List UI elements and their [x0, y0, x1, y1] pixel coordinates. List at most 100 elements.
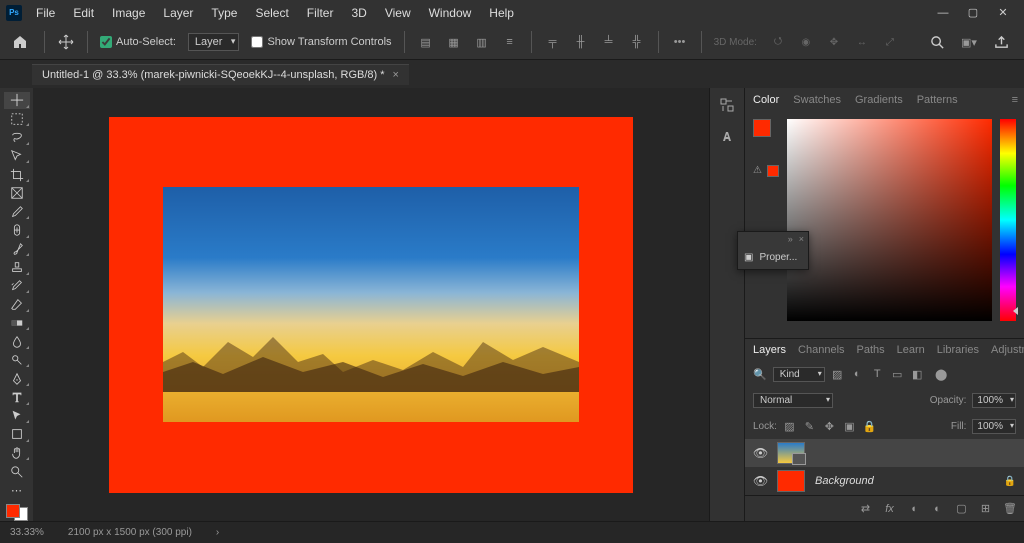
fill-dropdown[interactable]: 100%: [972, 419, 1016, 434]
layer-fx-icon[interactable]: fx: [883, 503, 896, 515]
align-more-icon[interactable]: ≡: [501, 33, 519, 51]
quick-select-tool[interactable]: [4, 148, 30, 165]
auto-select-input[interactable]: [100, 36, 112, 48]
menu-file[interactable]: File: [28, 2, 63, 24]
frame-tool[interactable]: [4, 185, 30, 202]
align-right-icon[interactable]: ▥: [473, 33, 491, 51]
home-button[interactable]: [8, 30, 32, 54]
color-swatches[interactable]: [6, 504, 28, 521]
delete-layer-icon[interactable]: 🗑: [1003, 502, 1016, 515]
document-tab[interactable]: Untitled-1 @ 33.3% (marek-piwnicki-SQeoe…: [32, 64, 409, 85]
tab-adjustments[interactable]: Adjustments: [991, 344, 1024, 356]
menu-layer[interactable]: Layer: [155, 2, 201, 24]
filter-toggle-icon[interactable]: ⬤: [935, 368, 948, 381]
workspace-switcher-icon[interactable]: ▣▾: [960, 33, 978, 51]
placed-image[interactable]: [163, 187, 579, 422]
tab-gradients[interactable]: Gradients: [855, 94, 903, 106]
filter-type-icon[interactable]: T: [871, 368, 884, 381]
adjustment-layer-icon[interactable]: ◐: [931, 503, 944, 515]
path-select-tool[interactable]: [4, 408, 30, 425]
blur-tool[interactable]: [4, 333, 30, 350]
tab-channels[interactable]: Channels: [798, 344, 844, 356]
lock-position-icon[interactable]: ✥: [823, 420, 836, 433]
blend-mode-dropdown[interactable]: Normal: [753, 393, 833, 408]
menu-edit[interactable]: Edit: [65, 2, 102, 24]
collapse-icon[interactable]: »: [788, 234, 793, 244]
tab-swatches[interactable]: Swatches: [793, 94, 841, 106]
crop-tool[interactable]: [4, 166, 30, 183]
align-top-icon[interactable]: ╤: [544, 33, 562, 51]
healing-tool[interactable]: [4, 222, 30, 239]
close-float-icon[interactable]: ×: [799, 234, 804, 244]
menu-help[interactable]: Help: [481, 2, 522, 24]
fg-color-swatch[interactable]: [6, 504, 20, 518]
show-transform-input[interactable]: [251, 36, 263, 48]
filter-pixel-icon[interactable]: ▨: [831, 368, 844, 381]
stamp-tool[interactable]: [4, 259, 30, 276]
auto-select-checkbox[interactable]: Auto-Select:: [100, 36, 176, 48]
new-layer-icon[interactable]: ⊞: [979, 502, 992, 515]
visibility-toggle[interactable]: 👁: [753, 474, 767, 488]
show-transform-checkbox[interactable]: Show Transform Controls: [251, 36, 391, 48]
move-tool-icon[interactable]: [57, 33, 75, 51]
zoom-tool[interactable]: [4, 463, 30, 480]
hue-slider[interactable]: [1000, 119, 1016, 321]
layer-row[interactable]: 👁: [745, 439, 1024, 467]
lock-artboard-icon[interactable]: ▣: [843, 420, 856, 433]
history-panel-icon[interactable]: [716, 94, 738, 116]
maximize-button[interactable]: ▢: [966, 6, 980, 20]
layer-filter-dropdown[interactable]: Kind: [773, 367, 825, 382]
lock-paint-icon[interactable]: ✎: [803, 420, 816, 433]
document-canvas[interactable]: [109, 117, 633, 493]
menu-window[interactable]: Window: [421, 2, 480, 24]
menu-3d[interactable]: 3D: [343, 2, 374, 24]
brush-tool[interactable]: [4, 241, 30, 258]
pen-tool[interactable]: [4, 370, 30, 387]
tab-libraries[interactable]: Libraries: [937, 344, 979, 356]
gamut-swatch[interactable]: [767, 165, 779, 177]
layer-group-icon[interactable]: ▢: [955, 502, 968, 515]
menu-image[interactable]: Image: [104, 2, 153, 24]
eraser-tool[interactable]: [4, 296, 30, 313]
history-brush-tool[interactable]: [4, 278, 30, 295]
move-tool[interactable]: [4, 92, 30, 109]
shape-tool[interactable]: [4, 426, 30, 443]
hand-tool[interactable]: [4, 445, 30, 462]
minimize-button[interactable]: —: [936, 6, 950, 20]
filter-adjust-icon[interactable]: ◐: [851, 368, 864, 381]
filter-shape-icon[interactable]: ▭: [891, 368, 904, 381]
align-center-v-icon[interactable]: ╫: [572, 33, 590, 51]
search-icon[interactable]: [928, 33, 946, 51]
tab-paths[interactable]: Paths: [857, 344, 885, 356]
layer-thumbnail[interactable]: [777, 442, 805, 464]
panel-menu-icon[interactable]: ≡: [1012, 94, 1018, 106]
close-tab-icon[interactable]: ×: [393, 69, 399, 81]
align-center-h-icon[interactable]: ▦: [445, 33, 463, 51]
lasso-tool[interactable]: [4, 129, 30, 146]
tab-layers[interactable]: Layers: [753, 344, 786, 356]
tab-color[interactable]: Color: [753, 94, 779, 106]
marquee-tool[interactable]: [4, 111, 30, 128]
align-bottom-icon[interactable]: ╧: [600, 33, 618, 51]
auto-select-target-dropdown[interactable]: Layer: [188, 33, 240, 51]
distribute-icon[interactable]: ╬: [628, 33, 646, 51]
gamut-warning-icon[interactable]: ⚠: [753, 165, 765, 177]
lock-transparent-icon[interactable]: ▨: [783, 420, 796, 433]
menu-select[interactable]: Select: [247, 2, 296, 24]
edit-toolbar[interactable]: ⋯: [4, 482, 30, 499]
close-button[interactable]: ✕: [996, 6, 1010, 20]
visibility-toggle[interactable]: 👁: [753, 446, 767, 460]
opacity-dropdown[interactable]: 100%: [972, 393, 1016, 408]
eyedropper-tool[interactable]: [4, 203, 30, 220]
doc-info[interactable]: 2100 px x 1500 px (300 ppi): [68, 527, 192, 538]
layer-thumbnail[interactable]: [777, 470, 805, 492]
dodge-tool[interactable]: [4, 352, 30, 369]
filter-smart-icon[interactable]: ◧: [911, 368, 924, 381]
gradient-tool[interactable]: [4, 315, 30, 332]
share-icon[interactable]: [992, 33, 1010, 51]
menu-filter[interactable]: Filter: [299, 2, 342, 24]
lock-all-icon[interactable]: 🔒: [863, 420, 876, 433]
tab-patterns[interactable]: Patterns: [917, 94, 958, 106]
layer-mask-icon[interactable]: ◖: [907, 503, 920, 515]
zoom-level[interactable]: 33.33%: [10, 527, 44, 538]
